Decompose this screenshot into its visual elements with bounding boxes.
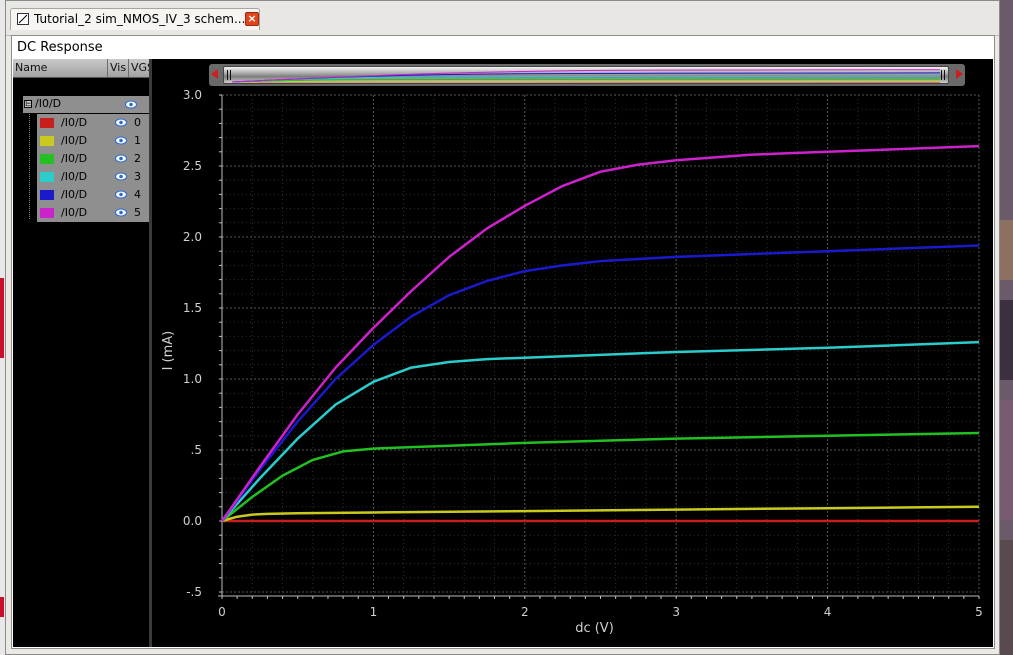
y-tick-label: 1.0 (183, 372, 202, 386)
eye-icon[interactable] (115, 136, 127, 145)
legend-row-vgs-3[interactable]: /I0/D 3 (37, 168, 149, 186)
series-line-vgs-4 (220, 244, 980, 522)
eye-icon[interactable] (115, 190, 127, 199)
close-icon[interactable]: × (245, 12, 259, 26)
vgs-value: 4 (134, 188, 141, 201)
y-tick-label: -.5 (186, 585, 202, 599)
eye-icon[interactable] (115, 172, 127, 181)
color-swatch (40, 208, 54, 218)
signal-label: /I0/D (61, 206, 88, 219)
dc-response-panel: DC Response Name Vis VGS ⊟ /I0/D (11, 35, 995, 649)
scroll-left-icon[interactable] (211, 69, 218, 79)
eye-icon[interactable] (125, 100, 137, 109)
legend-row-vgs-5[interactable]: /I0/D 5 (37, 204, 149, 222)
eye-icon[interactable] (115, 154, 127, 163)
color-swatch (40, 154, 54, 164)
x-axis-label: dc (V) (575, 621, 614, 636)
tree-line (29, 111, 30, 219)
scroll-right-icon[interactable] (956, 69, 963, 79)
vgs-value: 5 (134, 206, 141, 219)
graph-area: Name Vis VGS ⊟ /I0/D /I0/D (13, 59, 993, 647)
color-swatch (40, 172, 54, 182)
x-tick-label: 4 (824, 605, 832, 619)
collapse-icon[interactable]: ⊟ (24, 100, 33, 109)
y-axis-label: I (mA) (161, 331, 176, 371)
x-tick-label: 0 (218, 605, 226, 619)
legend-tree: ⊟ /I0/D /I0/D 0 /I0/D 1 /I0/D 2 /I0/D 3 … (13, 96, 149, 224)
y-tick-label: 0.0 (183, 514, 202, 528)
series-line-vgs-5 (220, 144, 980, 522)
signal-label: /I0/D (61, 134, 88, 147)
series-line-vgs-1 (221, 505, 980, 523)
column-header-vgs[interactable]: VGS (131, 61, 149, 74)
color-swatch (40, 136, 54, 146)
signal-label: /I0/D (61, 152, 88, 165)
y-tick-label: 3.0 (183, 89, 202, 102)
tab-schematic-sim[interactable]: Tutorial_2 sim_NMOS_IV_3 schem... × (10, 8, 260, 30)
legend-children: /I0/D 0 /I0/D 1 /I0/D 2 /I0/D 3 /I0/D 4 … (37, 114, 149, 222)
waveform-window: Tutorial_2 sim_NMOS_IV_3 schem... × DC R… (5, 0, 1000, 655)
vgs-value: 2 (134, 152, 141, 165)
column-header-name[interactable]: Name (15, 61, 47, 74)
panel-title: DC Response (17, 40, 103, 55)
schematic-icon (17, 13, 29, 25)
legend-row-vgs-1[interactable]: /I0/D 1 (37, 132, 149, 150)
y-tick-label: 2.0 (183, 230, 202, 244)
background-right-edge (1000, 0, 1013, 655)
y-tick-label: 1.5 (183, 301, 202, 315)
overview-traces (231, 69, 941, 83)
overview-line-vgs-1 (231, 81, 941, 83)
x-tick-label: 3 (672, 605, 680, 619)
signal-label: /I0/D (61, 116, 88, 129)
color-swatch (40, 190, 54, 200)
dc-response-plot[interactable]: 0 1 2 3 4 5 -.5 0.0 .5 1.0 1.5 2.0 2.5 3.0 dc (V) I (mA… (152, 89, 992, 647)
legend-row-vgs-2[interactable]: /I0/D 2 (37, 150, 149, 168)
vgs-value: 1 (134, 134, 141, 147)
x-tick-label: 1 (370, 605, 378, 619)
legend-row-vgs-0[interactable]: /I0/D 0 (37, 114, 149, 132)
vgs-value: 3 (134, 170, 141, 183)
zoom-slider[interactable] (209, 64, 965, 86)
y-tick-label: .5 (191, 443, 202, 457)
legend-root-label: /I0/D (35, 97, 62, 110)
column-header-vis[interactable]: Vis (110, 61, 126, 74)
eye-icon[interactable] (115, 208, 127, 217)
y-tick-label: 2.5 (183, 159, 202, 173)
color-swatch (40, 118, 54, 128)
eye-icon[interactable] (115, 118, 127, 127)
tab-strip: Tutorial_2 sim_NMOS_IV_3 schem... × (6, 1, 999, 36)
signal-label: /I0/D (61, 188, 88, 201)
legend-root-row[interactable]: ⊟ /I0/D (23, 96, 149, 113)
x-tick-label: 5 (975, 605, 983, 619)
legend-header: Name Vis VGS (13, 59, 149, 78)
legend-row-vgs-4[interactable]: /I0/D 4 (37, 186, 149, 204)
vgs-value: 0 (134, 116, 141, 129)
signal-label: /I0/D (61, 170, 88, 183)
x-tick-label: 2 (521, 605, 529, 619)
slider-thumb[interactable] (223, 66, 949, 84)
tab-title: Tutorial_2 sim_NMOS_IV_3 schem... (34, 12, 246, 26)
